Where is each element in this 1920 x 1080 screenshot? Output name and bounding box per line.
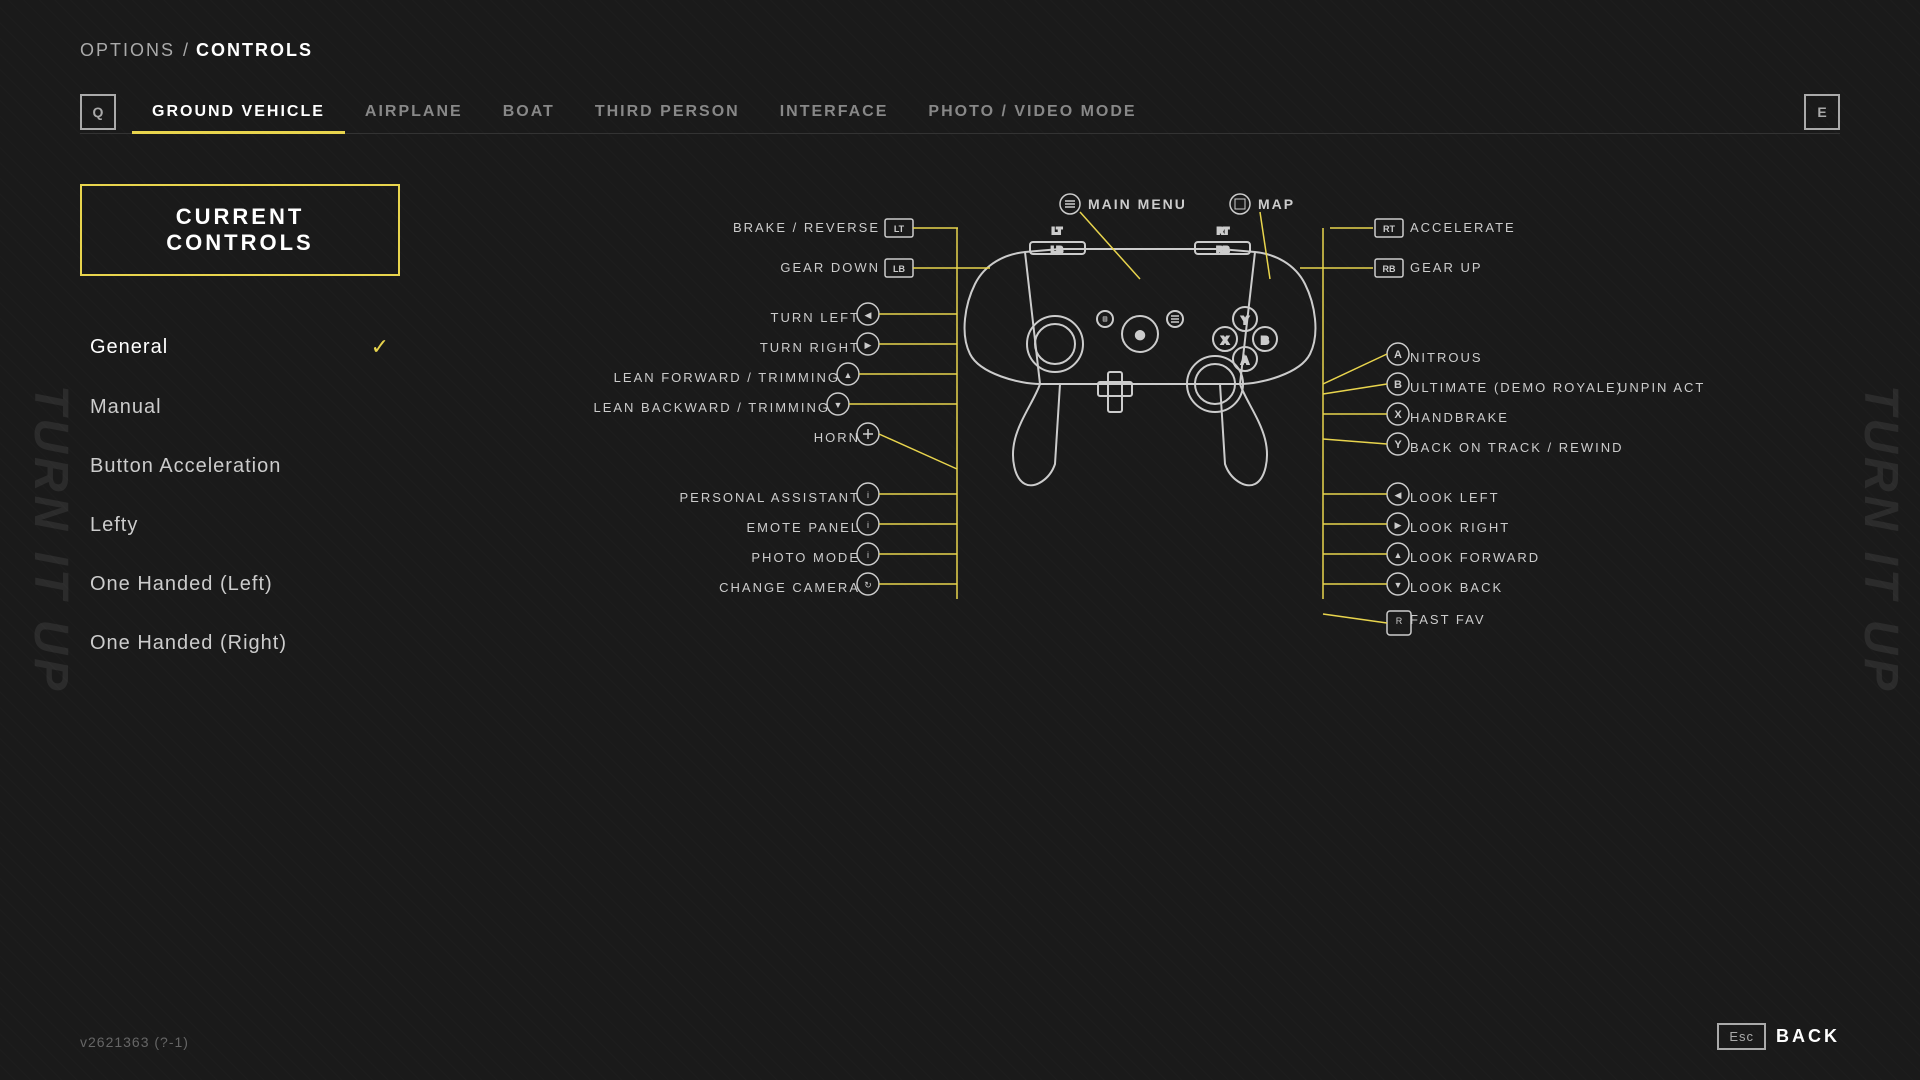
svg-text:R: R — [1396, 616, 1403, 626]
svg-text:BACK ON TRACK / REWIND: BACK ON TRACK / REWIND — [1410, 440, 1624, 455]
svg-text:UNPIN ACT: UNPIN ACT — [1618, 380, 1705, 395]
svg-text:◀: ◀ — [865, 310, 872, 320]
svg-text:B: B — [1394, 379, 1402, 391]
svg-text:HORN: HORN — [814, 430, 860, 445]
sidebar-item-label: General — [90, 336, 168, 359]
svg-text:A: A — [1241, 355, 1249, 367]
svg-text:⊙: ⊙ — [1135, 328, 1145, 342]
svg-text:GEAR DOWN: GEAR DOWN — [780, 260, 880, 275]
svg-text:LOOK RIGHT: LOOK RIGHT — [1410, 520, 1510, 535]
svg-text:X: X — [1394, 409, 1402, 421]
svg-text:RB: RB — [1383, 264, 1396, 274]
tab-boat[interactable]: BOAT — [483, 91, 575, 133]
sidebar-item-button-acceleration[interactable]: Button Acceleration — [80, 437, 400, 496]
sidebar-item-label: One Handed (Right) — [90, 632, 287, 655]
tab-photo-video[interactable]: PHOTO / VIDEO MODE — [908, 91, 1156, 133]
svg-text:LOOK BACK: LOOK BACK — [1410, 580, 1503, 595]
tab-left-icon[interactable]: Q — [80, 94, 116, 130]
sidebar-item-manual[interactable]: Manual — [80, 378, 400, 437]
content-area: CURRENT CONTROLS General ✓ Manual Button… — [80, 184, 1840, 704]
svg-text:LT: LT — [1052, 226, 1063, 236]
svg-text:PHOTO MODE: PHOTO MODE — [751, 550, 860, 565]
breadcrumb-separator: / — [183, 40, 188, 61]
svg-text:ACCELERATE: ACCELERATE — [1410, 220, 1516, 235]
sidebar-item-label: One Handed (Left) — [90, 573, 273, 596]
svg-text:BRAKE / REVERSE: BRAKE / REVERSE — [733, 220, 880, 235]
breadcrumb: OPTIONS / CONTROLS — [80, 40, 1840, 61]
svg-text:LB: LB — [893, 264, 905, 274]
svg-text:RT: RT — [1217, 226, 1229, 236]
svg-text:MAP: MAP — [1258, 196, 1295, 212]
breadcrumb-current: CONTROLS — [196, 40, 313, 61]
sidebar-item-general[interactable]: General ✓ — [80, 316, 400, 378]
controller-area: LB RB LT RT — [440, 184, 1840, 704]
tab-airplane[interactable]: AIRPLANE — [345, 91, 483, 133]
svg-text:Y: Y — [1394, 439, 1402, 451]
svg-text:▼: ▼ — [834, 400, 843, 410]
current-controls-button[interactable]: CURRENT CONTROLS — [80, 184, 400, 276]
svg-text:▲: ▲ — [1394, 550, 1403, 560]
svg-text:▶: ▶ — [1395, 520, 1402, 530]
svg-text:B: B — [1261, 335, 1269, 347]
sidebar-menu: General ✓ Manual Button Acceleration Lef… — [80, 316, 400, 673]
sidebar-item-label: Button Acceleration — [90, 455, 281, 478]
svg-text:LOOK LEFT: LOOK LEFT — [1410, 490, 1500, 505]
svg-text:LB: LB — [1051, 245, 1063, 255]
tab-ground-vehicle[interactable]: GROUND VEHICLE — [132, 91, 345, 133]
sidebar-item-lefty[interactable]: Lefty — [80, 496, 400, 555]
svg-text:i: i — [867, 550, 869, 560]
svg-text:◀: ◀ — [1395, 490, 1402, 500]
tabs-container: Q GROUND VEHICLE AIRPLANE BOAT THIRD PER… — [80, 91, 1840, 134]
svg-text:NITROUS: NITROUS — [1410, 350, 1483, 365]
svg-text:LT: LT — [894, 224, 905, 234]
svg-text:TURN RIGHT: TURN RIGHT — [760, 340, 860, 355]
tab-right-icon[interactable]: E — [1804, 94, 1840, 130]
svg-text:LOOK FORWARD: LOOK FORWARD — [1410, 550, 1540, 565]
sidebar-item-one-handed-left[interactable]: One Handed (Left) — [80, 555, 400, 614]
tab-interface[interactable]: INTERFACE — [760, 91, 909, 133]
svg-text:ULTIMATE (DEMO ROYALE): ULTIMATE (DEMO ROYALE) — [1410, 380, 1623, 395]
svg-text:▶: ▶ — [865, 340, 872, 350]
svg-text:Y: Y — [1241, 315, 1249, 327]
svg-text:X: X — [1221, 335, 1229, 347]
svg-text:LEAN FORWARD / TRIMMING: LEAN FORWARD / TRIMMING — [614, 370, 840, 385]
svg-text:FAST FAV: FAST FAV — [1410, 612, 1485, 627]
tab-third-person[interactable]: THIRD PERSON — [575, 91, 760, 133]
svg-text:A: A — [1394, 349, 1402, 361]
svg-text:CHANGE CAMERA: CHANGE CAMERA — [719, 580, 860, 595]
svg-text:i: i — [867, 490, 869, 500]
sidebar-item-label: Lefty — [90, 514, 138, 537]
checkmark-icon: ✓ — [371, 334, 390, 360]
svg-text:MAIN MENU: MAIN MENU — [1088, 196, 1187, 212]
svg-text:PERSONAL ASSISTANT: PERSONAL ASSISTANT — [680, 490, 861, 505]
svg-text:RT: RT — [1383, 224, 1395, 234]
svg-text:▼: ▼ — [1394, 580, 1403, 590]
svg-text:RB: RB — [1217, 245, 1230, 255]
controller-diagram: LB RB LT RT — [540, 184, 1740, 704]
svg-text:LEAN BACKWARD / TRIMMING: LEAN BACKWARD / TRIMMING — [593, 400, 830, 415]
svg-text:EMOTE PANEL: EMOTE PANEL — [746, 520, 860, 535]
sidebar: CURRENT CONTROLS General ✓ Manual Button… — [80, 184, 400, 704]
svg-text:TURN LEFT: TURN LEFT — [771, 310, 861, 325]
svg-text:↻: ↻ — [864, 580, 872, 590]
breadcrumb-options: OPTIONS — [80, 40, 175, 61]
svg-text:▲: ▲ — [844, 370, 853, 380]
svg-text:HANDBRAKE: HANDBRAKE — [1410, 410, 1509, 425]
sidebar-item-label: Manual — [90, 396, 162, 419]
sidebar-item-one-handed-right[interactable]: One Handed (Right) — [80, 614, 400, 673]
svg-text:i: i — [867, 520, 869, 530]
svg-text:GEAR UP: GEAR UP — [1410, 260, 1483, 275]
